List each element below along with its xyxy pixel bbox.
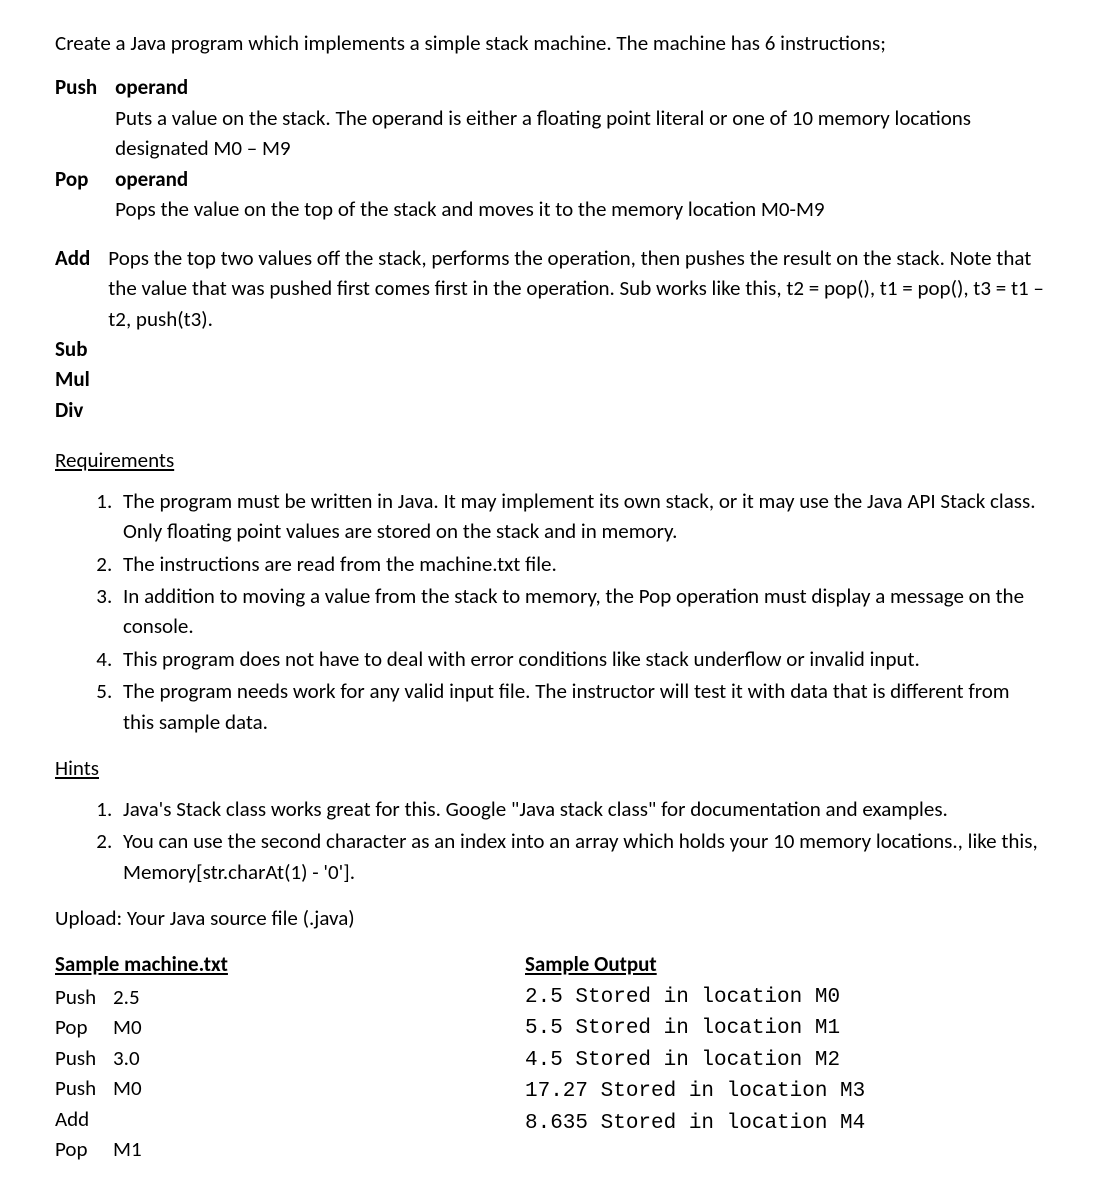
upload-line: Upload: Your Java source file (.java) xyxy=(55,903,1045,933)
list-item: The instructions are read from the machi… xyxy=(117,549,1045,579)
intro-text: Create a Java program which implements a… xyxy=(55,28,1045,58)
pop-instruction: Pop operand Pops the value on the top of… xyxy=(55,164,1045,225)
arith-desc: Pops the top two values off the stack, p… xyxy=(108,243,1045,334)
list-item: The program must be written in Java. It … xyxy=(117,486,1045,547)
requirements-list: The program must be written in Java. It … xyxy=(55,486,1045,738)
pop-operand-label: operand xyxy=(115,166,188,192)
sample-output-line: 2.5 Stored in location M0 xyxy=(525,982,995,1014)
list-item: You can use the second character as an i… xyxy=(117,826,1045,887)
arith-instruction-block: Add Pops the top two values off the stac… xyxy=(55,243,1045,426)
sample-input-column: Sample machine.txt Push2.5 PopM0 Push3.0… xyxy=(55,949,525,1164)
push-body: operand Puts a value on the stack. The o… xyxy=(115,72,1045,163)
sample-input-line: PushM0 xyxy=(55,1073,525,1103)
sample-output-line: 17.27 Stored in location M3 xyxy=(525,1076,995,1108)
list-item: Java's Stack class works great for this.… xyxy=(117,794,1045,824)
sample-output-line: 8.635 Stored in location M4 xyxy=(525,1108,995,1140)
pop-desc: Pops the value on the top of the stack a… xyxy=(115,196,824,222)
push-operand-label: operand xyxy=(115,74,188,100)
push-name: Push xyxy=(55,72,115,163)
sample-input-line: Push2.5 xyxy=(55,982,525,1012)
list-item: The program needs work for any valid inp… xyxy=(117,676,1045,737)
sample-input-line: Add xyxy=(55,1104,525,1134)
sample-output-header: Sample Output xyxy=(525,949,995,979)
sample-input-header: Sample machine.txt xyxy=(55,949,525,979)
sample-output-column: Sample Output 2.5 Stored in location M0 … xyxy=(525,949,995,1164)
sample-output-line: 4.5 Stored in location M2 xyxy=(525,1045,995,1077)
hints-list: Java's Stack class works great for this.… xyxy=(55,794,1045,887)
requirements-header: Requirements xyxy=(55,445,1045,475)
list-item: This program does not have to deal with … xyxy=(117,644,1045,674)
div-name: Div xyxy=(55,395,108,425)
list-item: In addition to moving a value from the s… xyxy=(117,581,1045,642)
pop-name: Pop xyxy=(55,164,115,225)
sample-input-line: Push3.0 xyxy=(55,1043,525,1073)
push-desc: Puts a value on the stack. The operand i… xyxy=(115,105,971,161)
sample-input-line: PopM1 xyxy=(55,1134,525,1164)
mul-name: Mul xyxy=(55,364,108,394)
samples-row: Sample machine.txt Push2.5 PopM0 Push3.0… xyxy=(55,949,1045,1164)
add-name: Add xyxy=(55,243,108,334)
push-instruction: Push operand Puts a value on the stack. … xyxy=(55,72,1045,163)
pop-body: operand Pops the value on the top of the… xyxy=(115,164,1045,225)
sub-name: Sub xyxy=(55,334,108,364)
hints-header: Hints xyxy=(55,753,1045,783)
sample-input-line: PopM0 xyxy=(55,1012,525,1042)
sample-output-line: 5.5 Stored in location M1 xyxy=(525,1013,995,1045)
document-page: Create a Java program which implements a… xyxy=(0,0,1100,1196)
instruction-list: Push operand Puts a value on the stack. … xyxy=(55,72,1045,224)
